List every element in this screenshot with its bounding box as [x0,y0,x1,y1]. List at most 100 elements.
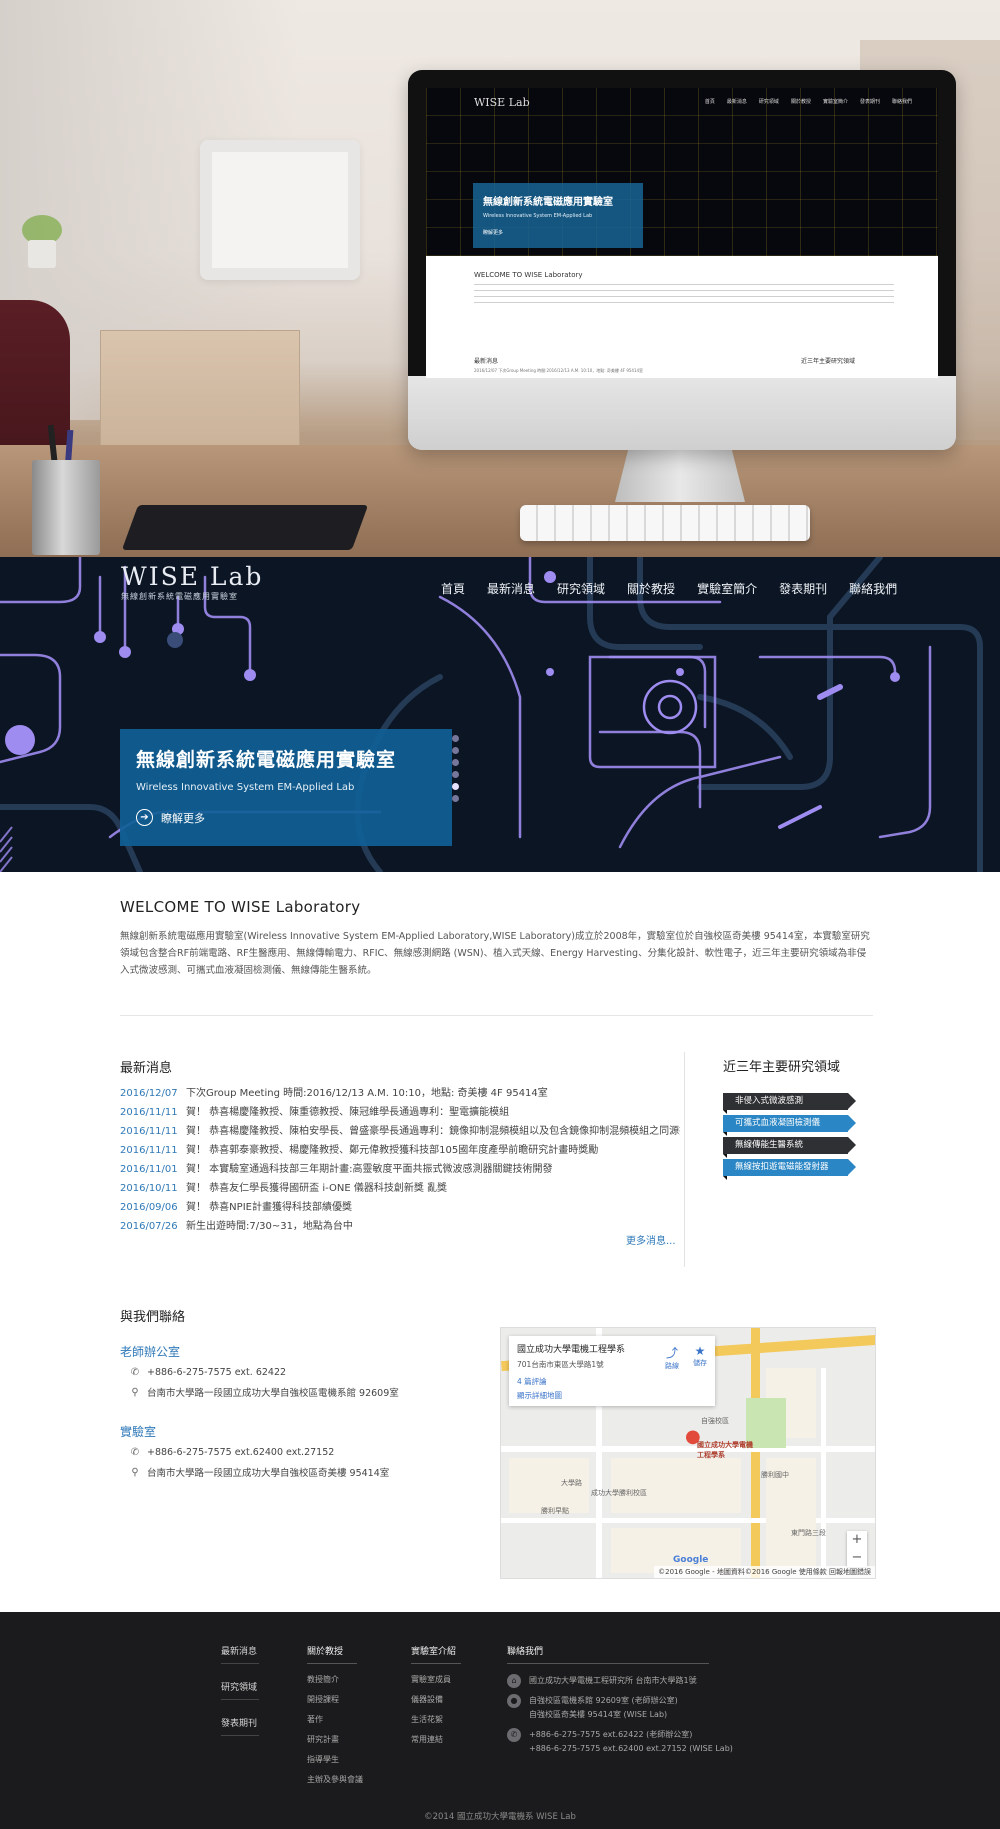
phone-icon: ✆ [507,1728,521,1742]
footer-link[interactable]: 著作 [307,1714,357,1725]
mockup-nav: 首頁 最新消息 研究領域 關於教授 實驗室簡介 發表期刊 聯絡我們 [705,98,912,105]
footer-lab-intro-title[interactable]: 實驗室介紹 [411,1644,461,1664]
mockup-news-title: 最新消息 [474,358,499,365]
building-icon: ⌂ [507,1674,521,1688]
footer-link[interactable]: 主辦及參與會議 [307,1774,363,1785]
more-news-link[interactable]: 更多消息... [626,1232,676,1247]
nav-publications[interactable]: 發表期刊 [768,580,838,597]
lab-phone: ✆ +886-6-275-7575 ext.62400 ext.27152 [120,1447,450,1458]
map-reviews-link[interactable]: 4 篇評論 [517,1376,707,1387]
footer-link-news[interactable]: 最新消息 [221,1644,259,1664]
office-address-text: 台南市大學路一段國立成功大學自強校區電機系館 92609室 [147,1388,399,1399]
footer-link[interactable]: 實驗室成員 [411,1674,461,1685]
lab-address-text: 台南市大學路一段國立成功大學自強校區奇美樓 95414室 [147,1468,390,1479]
footer-link[interactable]: 生活花絮 [411,1714,461,1725]
slider-dot[interactable] [452,795,459,802]
zoom-in-button[interactable]: + [847,1531,867,1549]
mockup-nav-item: 首頁 [704,99,715,105]
learn-more-button[interactable]: ➔ 瞭解更多 [136,809,436,826]
site-logo[interactable]: WISE Lab 無線創新系統電磁應用實驗室 [121,563,263,602]
hero-subtitle: Wireless Innovative System EM-Applied La… [136,782,355,793]
hero-title: 無線創新系統電磁應用實驗室 [136,749,397,771]
google-map[interactable]: 國立成功大學電機工程學系 701台南市東區大學路1號 4 篇評論 顯示詳細地圖 … [500,1327,876,1579]
office-title: 老師辦公室 [120,1345,181,1359]
main-nav: 首頁 最新消息 研究領域 關於教授 實驗室簡介 發表期刊 聯絡我們 [430,580,908,597]
news-item[interactable]: 2016/11/01 賀！ 本實驗室通過科技部三年期計畫:高靈敏度平面共振式微波感… [120,1160,680,1179]
map-details-link[interactable]: 顯示詳細地圖 [517,1390,707,1401]
footer-link[interactable]: 常用連結 [411,1734,461,1745]
research-area-tag[interactable]: 可攜式血液凝固檢測儀 [723,1115,856,1136]
footer-link[interactable]: 儀器設備 [411,1694,461,1705]
map-directions-button[interactable]: ⤴ 路線 [665,1344,679,1371]
news-item[interactable]: 2016/11/11 賀！ 恭喜楊慶隆教授、陳重德教授、陳冠維學長通過專利：聖電擴… [120,1103,680,1122]
news-item[interactable]: 2016/07/26 新生出遊時間:7/30~31，地點為台中 [120,1217,680,1236]
map-zoom-control: + − [847,1531,867,1567]
research-area-tag[interactable]: 無線按扣遊電磁能發射器 [723,1159,856,1180]
news-text: 賀！ 恭喜郭泰豪教授、楊慶隆教授、鄭元偉教授獲科技部105國年度產學前瞻研究計畫… [186,1145,599,1156]
footer-link[interactable]: 開授課程 [307,1694,357,1705]
contact-section: 與我們聯絡 老師辦公室 ✆ +886-6-275-7575 ext. 62422 … [120,1306,450,1479]
imac-chin [408,376,956,450]
footer-link-research[interactable]: 研究領域 [221,1680,259,1700]
footer-link[interactable]: 指導學生 [307,1754,357,1765]
background-monitor [200,140,360,280]
nav-lab-intro[interactable]: 實驗室簡介 [686,580,768,597]
lab-title: 實驗室 [120,1425,157,1439]
news-text: 賀！ 恭喜NPIE計畫獲得科技部績優獎 [186,1202,352,1213]
footer-phone-lab: +886-6-275-7575 ext.62400 ext.27152 (WIS… [529,1744,733,1753]
plant-pot [28,240,56,268]
map-save-button[interactable]: ★ 儲存 [693,1344,707,1371]
news-date: 2016/07/26 [120,1221,178,1232]
news-text: 賀！ 恭喜友仁學長獲得國研盃 i-ONE 儀器科技創新獎 亂獎 [186,1183,448,1194]
nav-news[interactable]: 最新消息 [476,580,546,597]
research-area-tag[interactable]: 無線傳能生醫系統 [723,1137,856,1158]
news-date: 2016/11/11 [120,1107,178,1118]
slider-dot[interactable] [452,735,459,742]
mockup-nav-item: 研究領域 [758,99,779,105]
map-save-label: 儲存 [693,1359,707,1367]
news-item[interactable]: 2016/11/11 賀！ 恭喜楊慶隆教授、陳柏安學長、曾盛豪學長通過專利：鏡像抑… [120,1122,680,1141]
footer-link[interactable]: 教授簡介 [307,1674,357,1685]
mockup-hero-more: 瞭解更多 [483,230,504,236]
slider-dot[interactable] [452,747,459,754]
divider [120,1015,873,1016]
research-area-list: 非侵入式微波感測 可攜式血液凝固檢測儀 無線傳能生醫系統 無線按扣遊電磁能發射器 [723,1093,863,1180]
news-text: 下次Group Meeting 時間:2016/12/13 A.M. 10:10… [186,1088,548,1099]
news-item[interactable]: 2016/12/07 下次Group Meeting 時間:2016/12/13 … [120,1084,680,1103]
pencil-cup [32,460,100,555]
news-text: 賀！ 恭喜楊慶隆教授、陳重德教授、陳冠維學長通過專利：聖電擴能模組 [186,1107,510,1118]
logo-wordmark: WISE Lab [121,562,264,591]
location-pin-icon: ● [507,1694,521,1708]
mockup-nav-item: 實驗室簡介 [822,99,848,105]
footer-link-publications[interactable]: 發表期刊 [221,1716,259,1736]
mockup-nav-item: 發表期刊 [859,99,880,105]
map-info-card: 國立成功大學電機工程學系 701台南市東區大學路1號 4 篇評論 顯示詳細地圖 … [509,1336,715,1406]
map-directions-label: 路線 [665,1362,679,1370]
keyboard [520,505,810,541]
news-date: 2016/12/07 [120,1088,178,1099]
mockup-paragraph [474,284,894,306]
news-item[interactable]: 2016/09/06 賀！ 恭喜NPIE計畫獲得科技部績優獎 [120,1198,680,1217]
slider-dot[interactable] [452,759,459,766]
slider-dot[interactable] [452,771,459,778]
news-item[interactable]: 2016/10/11 賀！ 恭喜友仁學長獲得國研盃 i-ONE 儀器科技創新獎 亂… [120,1179,680,1198]
footer-room-office: 自強校區電機系館 92609室 (老師辦公室) [529,1696,678,1705]
map-attribution[interactable]: ©2016 Google - 地圖資料©2016 Google 使用條款 回報地… [654,1566,875,1578]
news-item[interactable]: 2016/11/11 賀！ 恭喜郭泰豪教授、楊慶隆教授、鄭元偉教授獲科技部105國… [120,1141,680,1160]
research-area-tag[interactable]: 非侵入式微波感測 [723,1093,856,1114]
google-logo: Google [673,1555,709,1565]
nav-professor[interactable]: 關於教授 [616,580,686,597]
zoom-out-button[interactable]: − [847,1549,867,1567]
map-road [821,1368,826,1578]
footer [0,1612,1000,1829]
mockup-nav-item: 聯絡我們 [891,99,912,105]
footer-link[interactable]: 研究計畫 [307,1734,357,1745]
nav-home[interactable]: 首頁 [430,580,476,597]
welcome-title: WELCOME TO WISE Laboratory [120,898,361,916]
contact-title: 與我們聯絡 [120,1310,186,1325]
map-block [611,1458,741,1513]
footer-professor-title[interactable]: 關於教授 [307,1644,357,1664]
slider-dot-active[interactable] [452,783,459,790]
nav-contact[interactable]: 聯絡我們 [838,580,908,597]
nav-research[interactable]: 研究領域 [546,580,616,597]
